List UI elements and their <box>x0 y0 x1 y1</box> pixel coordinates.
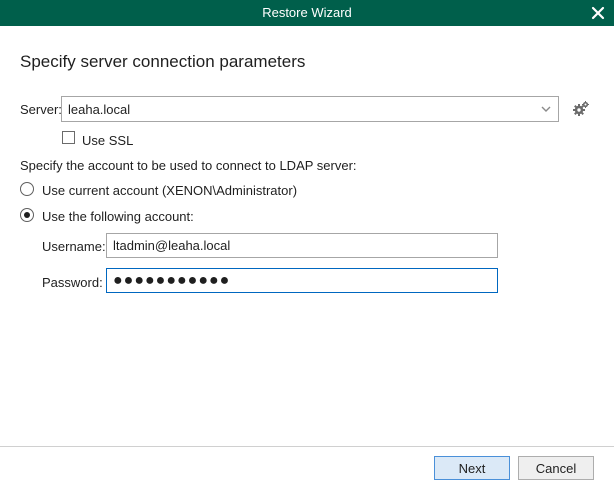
page-heading: Specify server connection parameters <box>20 52 306 71</box>
server-value: leaha.local <box>68 101 131 117</box>
following-account-label: Use the following account: <box>42 209 194 224</box>
username-value: ltadmin@leaha.local <box>113 238 231 253</box>
username-label: Username: <box>42 239 106 254</box>
gear-icon[interactable] <box>572 100 590 118</box>
server-combobox[interactable]: leaha.local <box>61 96 559 122</box>
use-ssl-label: Use SSL <box>82 133 134 148</box>
window-title: Restore Wizard <box>262 5 352 20</box>
use-ssl-checkbox[interactable] <box>62 131 75 144</box>
password-input[interactable]: ●●●●●●●●●●● <box>106 268 498 293</box>
password-label: Password: <box>42 275 103 290</box>
password-value: ●●●●●●●●●●● <box>113 271 231 289</box>
current-account-label: Use current account (XENON\Administrator… <box>42 183 298 198</box>
server-label: Server: <box>20 102 62 117</box>
close-icon[interactable] <box>590 5 606 21</box>
chevron-down-icon[interactable] <box>540 104 552 114</box>
username-input[interactable]: ltadmin@leaha.local <box>106 233 498 258</box>
radio-following-account[interactable] <box>20 208 34 222</box>
account-prompt: Specify the account to be used to connec… <box>20 158 357 173</box>
cancel-button[interactable]: Cancel <box>518 456 594 480</box>
title-bar: Restore Wizard <box>0 0 614 26</box>
next-button[interactable]: Next <box>434 456 510 480</box>
footer-divider <box>0 446 614 447</box>
radio-current-account[interactable] <box>20 182 34 196</box>
